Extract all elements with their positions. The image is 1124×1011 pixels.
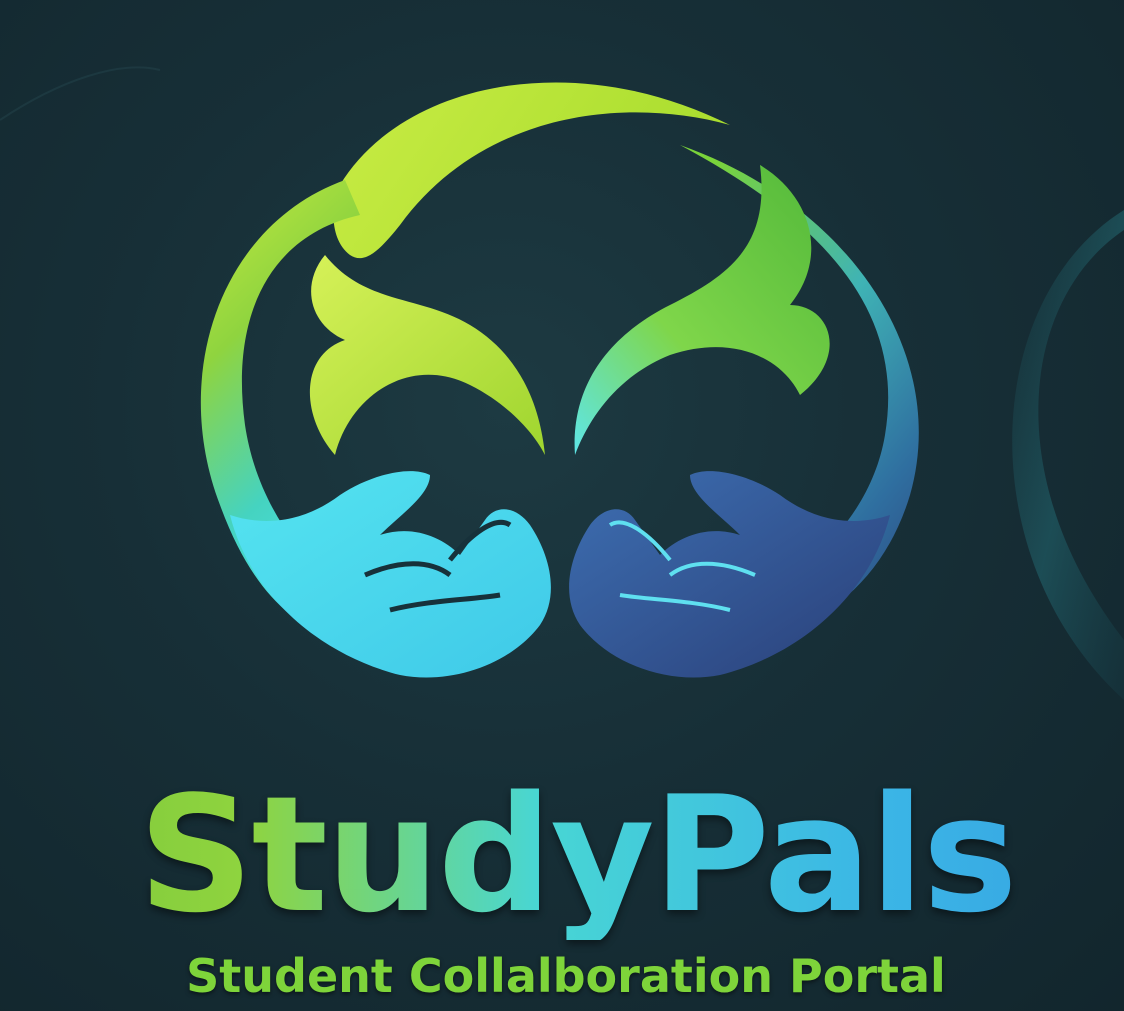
logo-emblem bbox=[200, 82, 919, 678]
left-hand-icon bbox=[230, 471, 551, 678]
right-leaf bbox=[574, 165, 830, 455]
left-leaf bbox=[309, 255, 545, 455]
brand-tagline: Student Collalboration Portal bbox=[186, 949, 946, 1003]
brand-wordmark: StudyPals bbox=[0, 770, 1124, 940]
right-hand-icon bbox=[569, 471, 890, 678]
top-swoosh bbox=[333, 82, 730, 259]
